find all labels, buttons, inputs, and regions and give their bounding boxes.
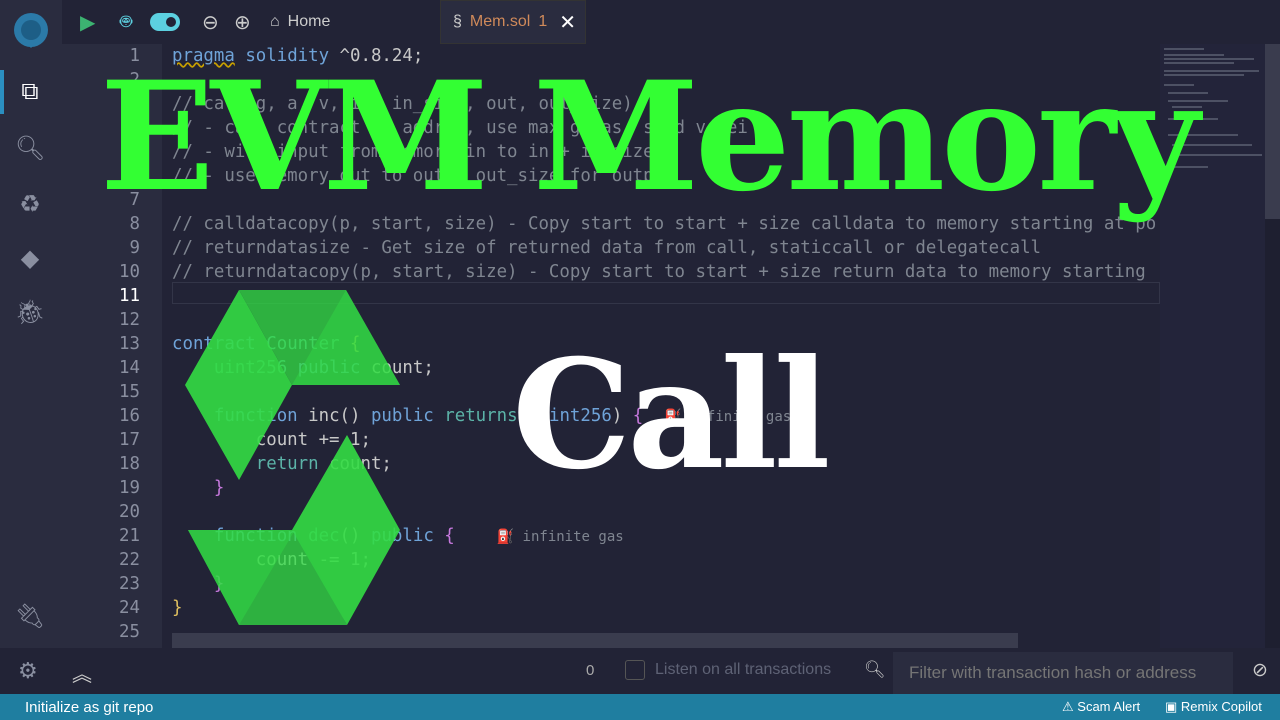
- line-number: 15: [119, 382, 140, 402]
- home-icon: ⌂: [270, 13, 280, 30]
- autocomplete-toggle[interactable]: [150, 8, 180, 36]
- overlay-title: EVM Memory: [100, 49, 1199, 225]
- code-line[interactable]: 10 // returndatacopy(p, start, size) - Co…: [62, 260, 1160, 284]
- line-number: 14: [119, 358, 140, 378]
- code-text: // returndatasize - Get size of returned…: [172, 238, 1042, 258]
- code-line[interactable]: 9 // returndatasize - Get size of returne…: [62, 236, 1160, 260]
- pending-tx-count: 0: [586, 662, 595, 679]
- line-number: 13: [119, 334, 140, 354]
- clear-console-icon[interactable]: ⊘: [1252, 659, 1268, 682]
- search-icon[interactable]: 🔍︎: [10, 128, 50, 168]
- line-number: 12: [119, 310, 140, 330]
- line-number: 11: [119, 286, 140, 306]
- search-icon[interactable]: 🔍︎: [864, 660, 886, 680]
- line-number: 19: [119, 478, 140, 498]
- filter-transactions-input[interactable]: [893, 652, 1233, 694]
- code-text: }: [172, 598, 183, 618]
- line-number: 21: [119, 526, 140, 546]
- warning-icon: ⚠: [1062, 699, 1078, 714]
- terminal-bar: ⚙ ︽ 0 Listen on all transactions 🔍︎ ⊘: [0, 648, 1280, 694]
- scam-alert-button[interactable]: ⚠ Scam Alert: [1062, 699, 1140, 715]
- horizontal-scrollbar[interactable]: [172, 633, 1018, 648]
- ai-robot-icon[interactable]: 🤖︎: [120, 8, 132, 36]
- home-tab[interactable]: ⌂ Home: [270, 8, 330, 36]
- line-number: 10: [119, 262, 140, 282]
- listen-label: Listen on all transactions: [655, 661, 832, 678]
- ai-chip-icon: ▣: [1165, 699, 1181, 714]
- listen-checkbox[interactable]: [625, 660, 645, 680]
- expand-panel-icon[interactable]: ︽: [72, 658, 92, 687]
- line-number: 16: [119, 406, 140, 426]
- settings-icon[interactable]: ⚙: [18, 658, 38, 684]
- active-indicator: [0, 70, 4, 114]
- remix-logo-icon[interactable]: [6, 10, 56, 54]
- file-explorer-icon[interactable]: ⧉: [10, 72, 50, 112]
- debugger-icon[interactable]: 🐞︎: [10, 292, 50, 332]
- solidity-file-icon: §: [453, 13, 462, 30]
- line-number: 23: [119, 574, 140, 594]
- line-number: 9: [129, 238, 140, 258]
- overlay-subtitle: Call: [512, 327, 831, 503]
- line-number: 20: [119, 502, 140, 522]
- line-number: 24: [119, 598, 140, 618]
- vertical-scrollbar[interactable]: [1265, 44, 1280, 648]
- zoom-out-icon[interactable]: ⊖: [202, 8, 219, 36]
- solidity-logo: [185, 290, 400, 625]
- icon-sidebar: ⧉ 🔍︎ ♻ ◆ 🐞︎ 🔌︎: [0, 0, 62, 694]
- deploy-icon[interactable]: ◆: [10, 238, 50, 278]
- line-number: 25: [119, 622, 140, 642]
- run-icon[interactable]: ▶: [80, 8, 95, 36]
- status-bar: Initialize as git repo ⚠ Scam Alert ▣ Re…: [0, 694, 1280, 720]
- zoom-in-icon[interactable]: ⊕: [234, 8, 251, 36]
- solidity-compiler-icon[interactable]: ♻: [10, 184, 50, 224]
- line-number: 18: [119, 454, 140, 474]
- remix-copilot-button[interactable]: ▣ Remix Copilot: [1165, 699, 1262, 715]
- line-number: 22: [119, 550, 140, 570]
- line-number: 17: [119, 430, 140, 450]
- plugin-manager-icon[interactable]: 🔌︎: [10, 596, 50, 636]
- tab-mem-sol[interactable]: § Mem.sol 1 ✕: [440, 0, 586, 44]
- code-text: // returndatacopy(p, start, size) - Copy…: [172, 262, 1146, 282]
- init-git-button[interactable]: Initialize as git repo: [25, 699, 153, 716]
- top-bar: ▶ 🤖︎ ⊖ ⊕ ⌂ Home § Mem.sol 1 ✕: [62, 0, 1280, 44]
- close-tab-icon[interactable]: ✕: [559, 10, 576, 35]
